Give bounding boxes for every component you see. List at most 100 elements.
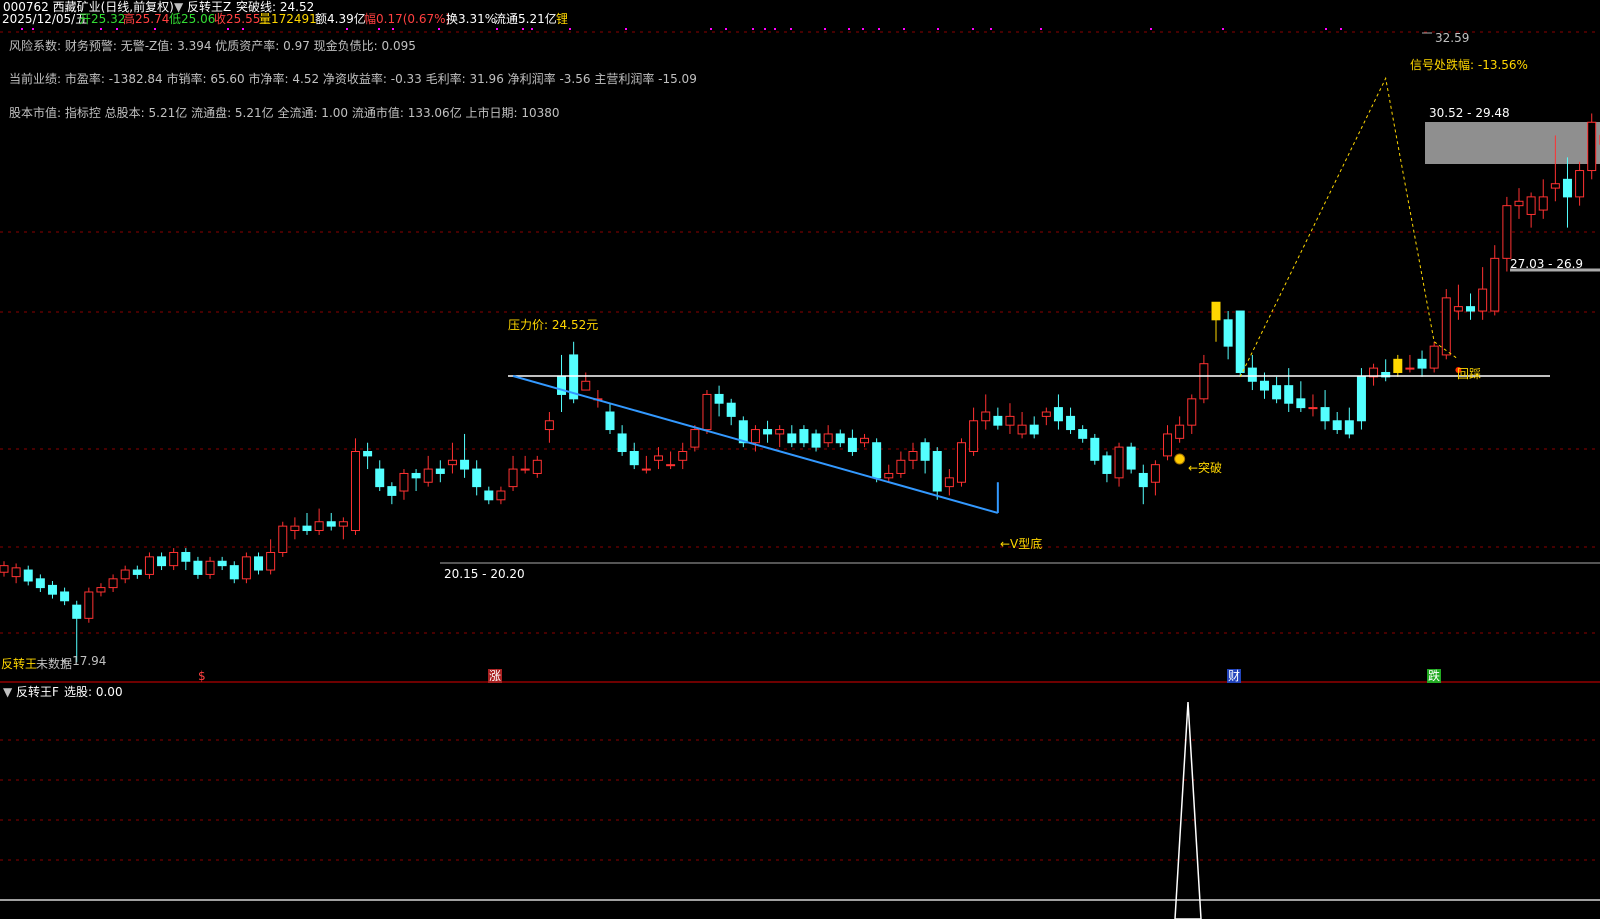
candle-body [956,442,966,483]
turnover: 换3.31% [446,12,497,26]
candle-body [847,437,857,453]
candle-body [508,468,518,488]
candle-body [932,451,942,492]
signal-dot [346,28,348,30]
signal-dot [972,28,974,30]
candle-body [1429,345,1439,369]
candle-body [1344,420,1354,435]
signal-dot [1325,28,1327,30]
sub-panel-dropdown-icon[interactable]: ▼ [3,685,12,699]
marker-rise[interactable]: 涨 [488,669,503,683]
candle-body [1114,446,1124,479]
pressure-price-label: 压力价: 24.52元 [508,318,599,332]
info-row-capital: 股本市值: 指标控 总股本: 5.21亿 流通盘: 5.21亿 全流通: 1.0… [9,106,560,120]
signal-dot [32,28,34,30]
candle-body [193,560,203,575]
candle-body [72,604,82,619]
candle-body [472,468,482,488]
candle-body [1090,437,1100,461]
breakout-label: ←突破 [1188,461,1223,475]
amount: 额4.39亿 [315,12,366,26]
candle-body [1175,424,1185,439]
coin-icon [1174,453,1186,465]
signal-dot [878,28,880,30]
candle-body [1393,358,1403,373]
candle-body [326,521,336,527]
candle-body [1320,407,1330,422]
candle-body [1187,398,1197,426]
candle-body [1502,205,1512,259]
candle-body [60,591,70,602]
signal-dot [764,28,766,30]
candle-body [241,556,251,580]
candle-body [896,459,906,474]
candle-body [1284,385,1294,404]
left-indicator-label-2: 未数据 [36,657,73,671]
candle-body [544,420,554,431]
sector-badge[interactable]: 锂 [556,12,568,26]
candle-body [1066,415,1076,431]
candle-body [1405,367,1415,370]
signal-dot [790,28,792,30]
candle-body [35,578,45,589]
candle-body [944,477,954,488]
signal-dot [21,28,23,30]
signal-dot [378,28,380,30]
marker-dollar[interactable]: $ [198,669,206,683]
candle-body [1575,170,1585,198]
open-price: 开25.32 [79,12,126,26]
grid-lines [0,28,1600,861]
candle-body [0,565,9,573]
candle-body [1453,306,1463,312]
candle-body [860,437,870,444]
candle-body [532,459,542,474]
signal-dot [903,28,905,30]
candle-body [1417,358,1427,369]
candle-body [750,429,760,444]
candle-body [1017,424,1027,435]
candle-body [1259,380,1269,391]
sub-panel [0,701,1600,919]
kline-chart[interactable] [0,0,1600,919]
signal-dot [154,28,156,30]
zone-high-label: 30.52 - 29.48 [1429,106,1510,120]
signal-dot [990,28,992,30]
candle-body [1308,407,1318,410]
marker-fall[interactable]: 跌 [1427,669,1442,683]
candle-body [787,433,797,444]
date-label: 2025/12/05/五 [2,12,88,26]
candle-body [835,433,845,444]
signal-dot [937,28,939,30]
signal-dot [100,28,102,30]
candle-body [969,420,979,453]
signal-dot [848,28,850,30]
signal-dot [438,28,440,30]
signal-dot [1222,28,1224,30]
signal-dot [531,28,533,30]
zone-low-label: 20.15 - 20.20 [444,567,525,581]
candle-body [581,380,591,391]
signal-dot [227,28,229,30]
candle-body [169,551,179,567]
candle-body [435,468,445,474]
zone-mid-label: 27.03 - 26.9 [1510,257,1584,271]
marker-finance[interactable]: 财 [1227,669,1242,683]
candle-body [1296,398,1306,409]
candle-body [290,525,300,532]
signal-dot [1040,28,1042,30]
candle-body [1272,385,1282,400]
candle-body [11,567,21,578]
sub-panel-title[interactable]: 反转王F [16,685,59,699]
candle-body [520,468,530,471]
candle-body [1490,257,1500,312]
candle-body [496,490,506,501]
candle-body [96,587,106,593]
candle-body [1211,301,1221,321]
candle-body [1356,376,1366,422]
candle-body [1235,310,1245,373]
high-price: 高25.74 [123,12,170,26]
signal-dot [824,28,826,30]
candle-body [132,569,142,575]
candle-body [1078,429,1088,439]
candle-body [144,556,154,575]
